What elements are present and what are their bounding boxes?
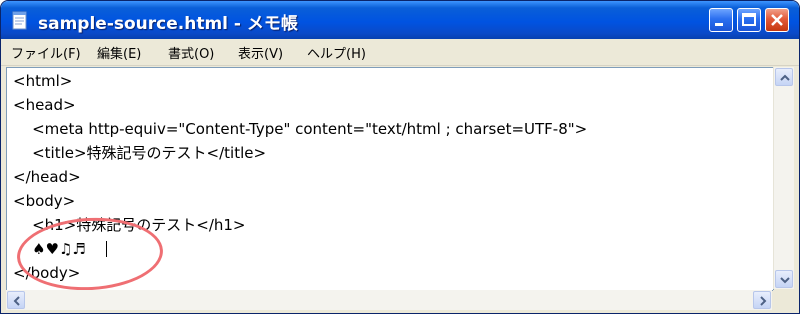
scroll-up-button[interactable] — [775, 68, 793, 86]
horizontal-scrollbar[interactable] — [6, 290, 772, 310]
menu-view[interactable]: 表示(V) — [238, 43, 283, 62]
vertical-scrollbar[interactable] — [773, 67, 794, 289]
notepad-icon[interactable] — [12, 10, 28, 30]
close-button[interactable] — [765, 8, 789, 32]
minimize-button[interactable] — [709, 8, 733, 32]
arrow-up-icon — [780, 74, 790, 81]
editor-line: <html> — [13, 72, 73, 90]
scroll-down-button[interactable] — [775, 270, 793, 288]
editor-line: <meta http-equiv="Content-Type" content=… — [13, 120, 588, 138]
menu-bar: ファイル(F) 編集(E) 書式(O) 表示(V) ヘルプ(H) — [1, 39, 799, 66]
maximize-icon — [742, 13, 756, 26]
notepad-window: sample-source.html - メモ帳 ファイル(F) 編集(E) 書… — [0, 0, 800, 314]
editor-line: <head> — [13, 96, 76, 114]
scrollbar-corner — [773, 290, 793, 310]
text-editor[interactable]: <html> <head> <meta http-equiv="Content-… — [6, 67, 774, 291]
arrow-down-icon — [780, 277, 790, 284]
menu-file[interactable]: ファイル(F) — [11, 43, 81, 62]
close-icon — [771, 14, 783, 26]
menu-format[interactable]: 書式(O) — [168, 43, 214, 62]
maximize-button[interactable] — [737, 8, 761, 32]
title-bar[interactable]: sample-source.html - メモ帳 — [1, 1, 799, 39]
menu-help[interactable]: ヘルプ(H) — [307, 43, 366, 62]
minimize-icon — [715, 23, 723, 26]
window-title: sample-source.html - メモ帳 — [38, 14, 298, 34]
scroll-right-button[interactable] — [753, 291, 771, 309]
editor-line: <body> — [13, 192, 76, 210]
scroll-left-button[interactable] — [7, 291, 25, 309]
arrow-left-icon — [13, 296, 20, 306]
arrow-right-icon — [760, 296, 767, 306]
menu-edit[interactable]: 編集(E) — [97, 43, 141, 62]
editor-line: <title>特殊記号のテスト</title> — [13, 144, 267, 162]
editor-line: </head> — [13, 168, 81, 186]
